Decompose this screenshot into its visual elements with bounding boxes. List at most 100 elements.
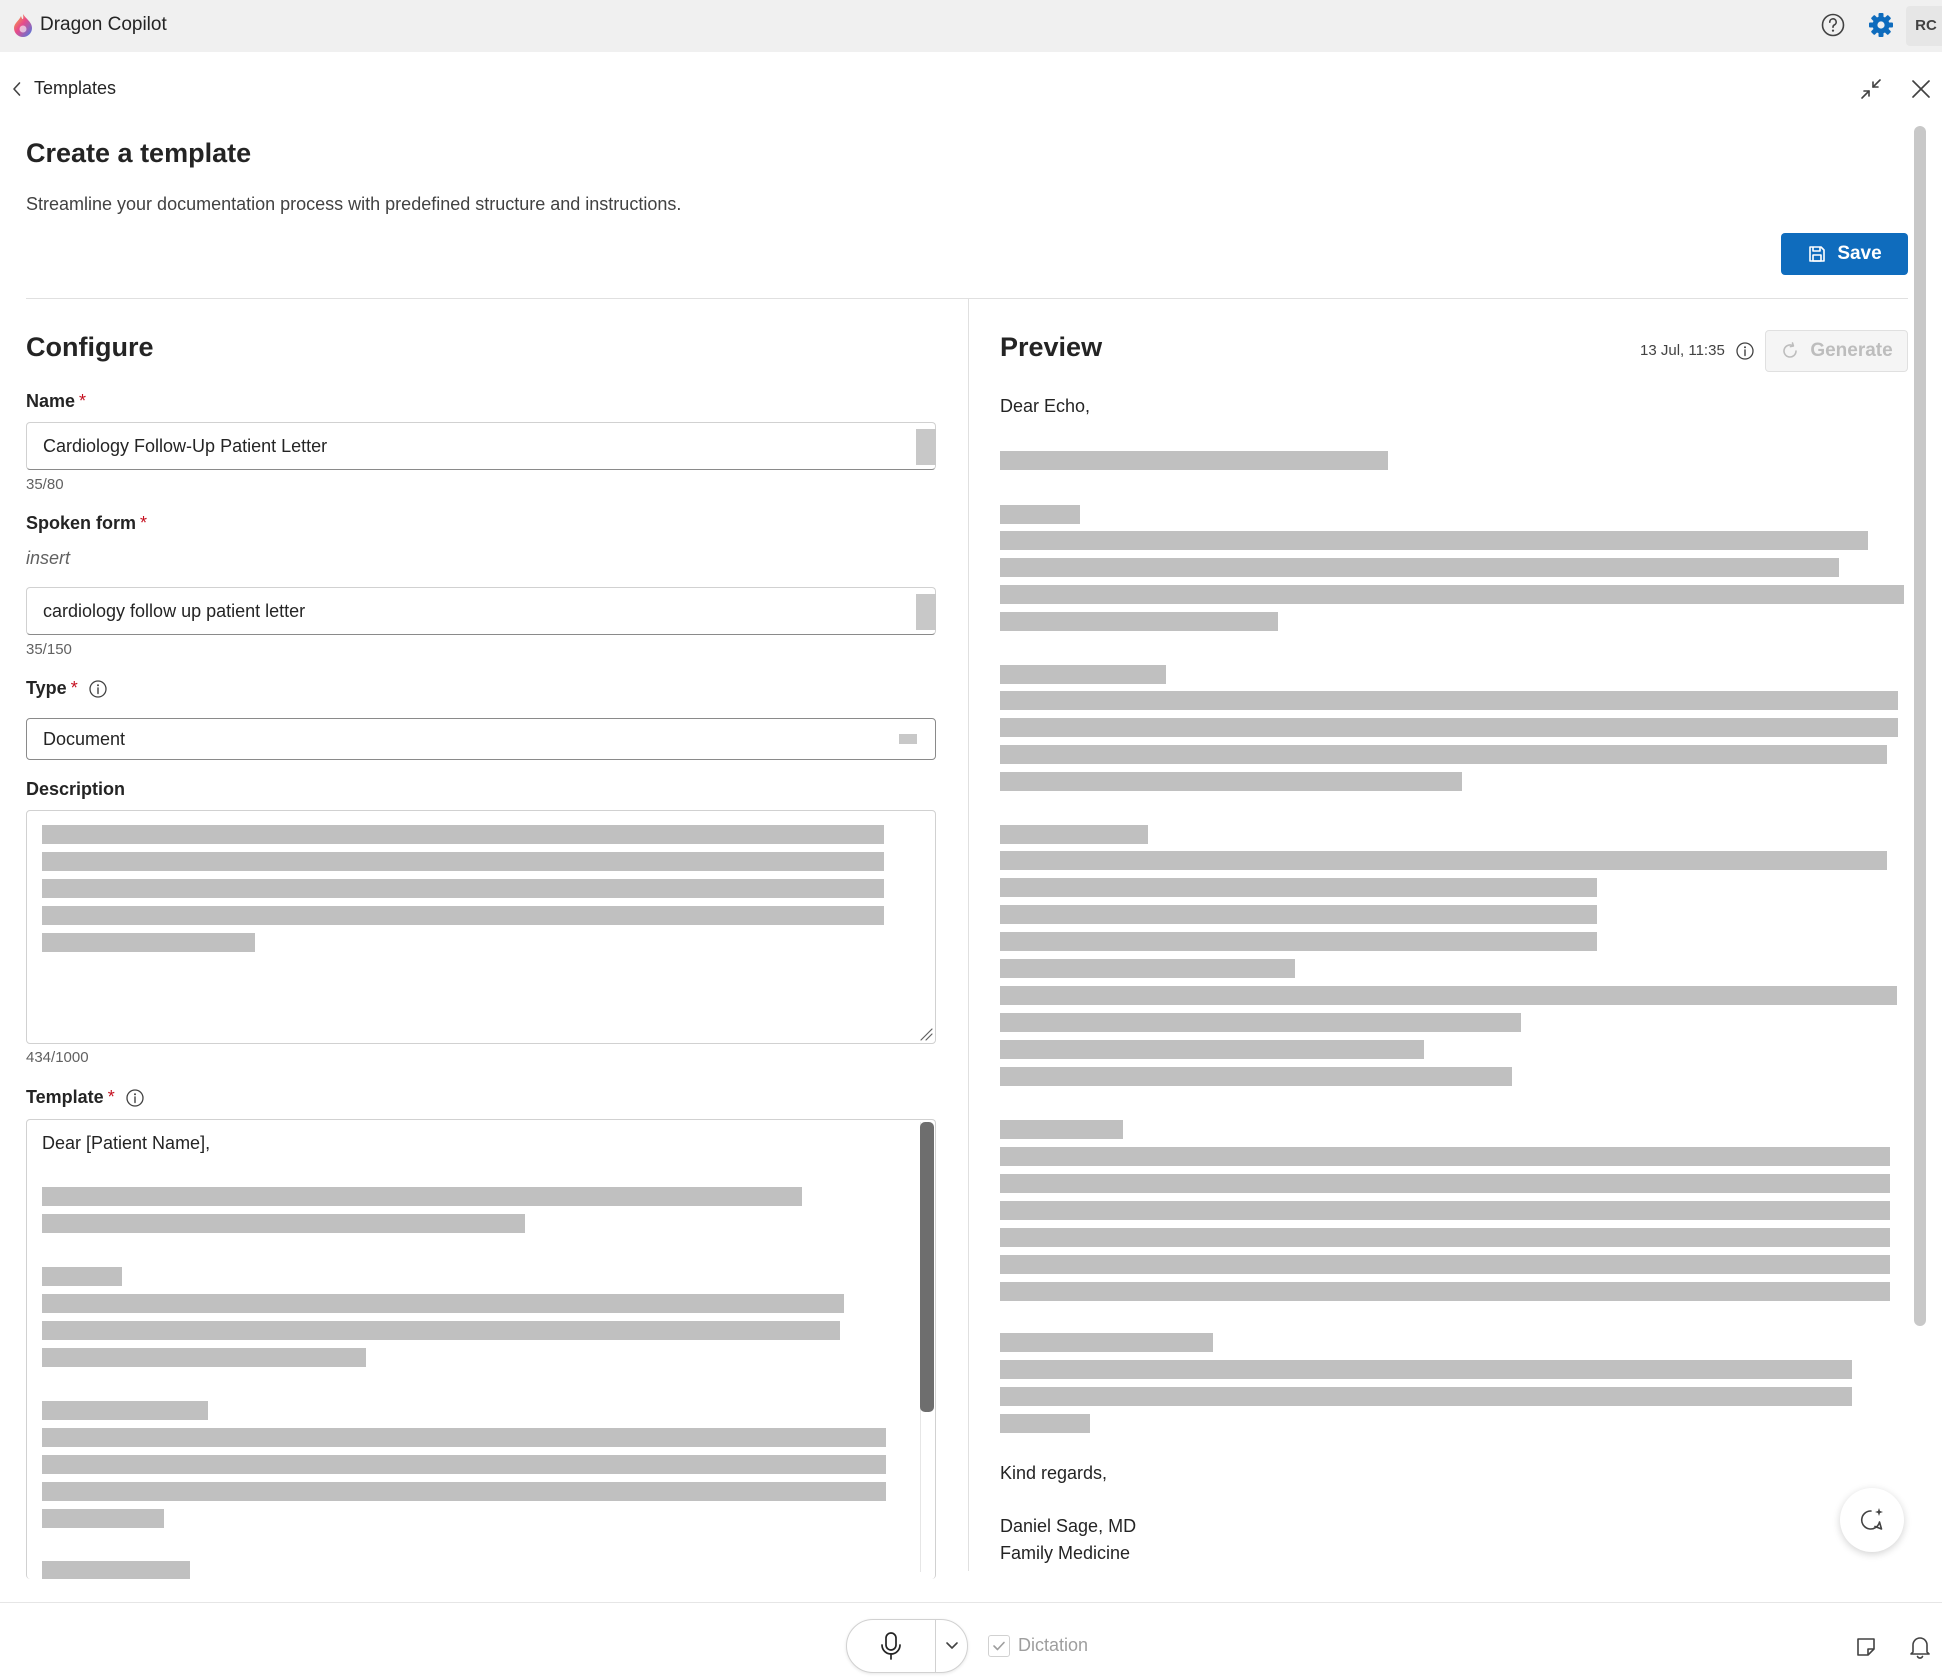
preview-signature-name: Daniel Sage, MD <box>1000 1516 1137 1536</box>
redacted-text-line <box>1000 851 1887 870</box>
name-counter: 35/80 <box>26 476 64 493</box>
collapse-icon[interactable] <box>1858 76 1884 102</box>
configure-title: Configure <box>26 332 154 362</box>
redacted-text-line <box>1000 1387 1852 1406</box>
preview-greeting: Dear Echo, <box>1000 396 1091 416</box>
refresh-icon <box>1783 342 1798 358</box>
spoken-form-prefix-hint: insert <box>26 548 71 568</box>
redacted-text-line <box>1000 959 1295 978</box>
microphone-button[interactable] <box>847 1620 935 1672</box>
chat-sparkle-icon <box>1860 1508 1883 1530</box>
name-label-text: Name <box>26 391 76 411</box>
back-chevron-icon[interactable] <box>10 80 24 98</box>
resize-handle-icon[interactable] <box>919 1027 933 1041</box>
redacted-text-line <box>1000 932 1597 951</box>
microphone-options-button[interactable] <box>937 1620 967 1672</box>
redacted-text-line <box>1000 1040 1424 1059</box>
required-marker: * <box>79 391 87 411</box>
generate-button-label: Generate <box>1810 340 1893 361</box>
app-title: Dragon Copilot <box>40 14 167 35</box>
header-divider <box>26 298 1908 299</box>
chevron-down-icon <box>899 734 917 744</box>
user-avatar[interactable]: RC <box>1906 6 1942 46</box>
redacted-text-line <box>1000 825 1148 844</box>
bottom-toolbar: Dictation <box>0 1602 1942 1678</box>
redacted-text-line <box>1000 531 1868 550</box>
template-first-line: Dear [Patient Name], <box>42 1133 211 1153</box>
template-scrollbar[interactable] <box>920 1122 934 1412</box>
type-select[interactable]: Document <box>26 718 936 760</box>
breadcrumb-templates-link[interactable]: Templates <box>34 78 116 99</box>
spoken-form-counter: 35/150 <box>26 641 72 658</box>
type-info-icon[interactable] <box>88 679 108 699</box>
template-info-icon[interactable] <box>125 1088 145 1108</box>
dictation-label: Dictation <box>1018 1635 1089 1655</box>
redacted-text-line <box>1000 505 1080 524</box>
name-input-scrollbar[interactable] <box>916 429 936 465</box>
redacted-text-line <box>1000 1414 1090 1433</box>
redacted-text-line <box>1000 1120 1123 1139</box>
close-icon[interactable] <box>1910 78 1932 100</box>
preview-info-icon[interactable] <box>1735 341 1755 361</box>
name-input[interactable]: Cardiology Follow-Up Patient Letter <box>26 422 936 470</box>
template-label: Template * <box>26 1087 115 1108</box>
microphone-icon <box>881 1632 901 1660</box>
dictation-checkbox[interactable] <box>988 1635 1010 1657</box>
redacted-text-line <box>1000 1174 1890 1193</box>
panel-divider <box>968 299 969 1571</box>
redacted-text-line <box>1000 718 1898 737</box>
name-label: Name * <box>26 391 86 412</box>
title-bar: Dragon Copilot RC <box>0 0 1942 52</box>
redacted-text-line <box>1000 1147 1890 1166</box>
redacted-text-line <box>42 1294 844 1313</box>
microphone-separator <box>935 1620 936 1672</box>
redacted-text-line <box>1000 905 1597 924</box>
redacted-text-line <box>1000 1282 1890 1301</box>
name-input-value: Cardiology Follow-Up Patient Letter <box>43 436 328 456</box>
template-textarea[interactable]: Dear [Patient Name], <box>26 1119 936 1579</box>
bell-icon[interactable] <box>1908 1634 1932 1660</box>
microphone-control <box>846 1619 968 1673</box>
redacted-text-line <box>1000 585 1904 604</box>
copilot-chat-button[interactable] <box>1840 1488 1904 1552</box>
help-icon[interactable] <box>1820 12 1846 38</box>
redacted-text-line <box>42 1561 190 1579</box>
page-subtitle: Streamline your documentation process wi… <box>26 194 682 214</box>
redacted-text-line <box>42 1428 886 1447</box>
save-button[interactable]: Save <box>1781 233 1908 275</box>
redacted-text-line <box>42 1455 886 1474</box>
preview-title: Preview <box>1000 332 1103 362</box>
redacted-text-line <box>42 879 884 898</box>
page-title: Create a template <box>26 138 252 168</box>
preview-closing: Kind regards, <box>1000 1463 1108 1483</box>
generate-button[interactable]: Generate <box>1765 330 1908 372</box>
redacted-text-line <box>1000 691 1898 710</box>
type-label-text: Type <box>26 678 67 698</box>
redacted-text-line <box>42 1348 366 1367</box>
redacted-text-line <box>42 1401 208 1420</box>
redacted-text-line <box>1000 772 1462 791</box>
redacted-text-line <box>1000 878 1597 897</box>
redacted-text-line <box>1000 1067 1512 1086</box>
description-textarea[interactable] <box>26 810 936 1044</box>
redacted-text-line <box>1000 1228 1890 1247</box>
dragon-copilot-logo-icon <box>14 14 32 37</box>
description-label: Description <box>26 779 126 799</box>
spoken-form-input[interactable]: cardiology follow up patient letter <box>26 587 936 635</box>
redacted-text-line <box>1000 612 1278 631</box>
redacted-text-line <box>42 825 884 844</box>
page-scrollbar[interactable] <box>1914 126 1926 1326</box>
redacted-text-line <box>1000 1255 1890 1274</box>
redacted-text-line <box>42 1214 525 1233</box>
save-disk-icon <box>1809 246 1826 262</box>
spoken-form-scrollbar[interactable] <box>916 594 936 630</box>
redacted-text-line <box>1000 1360 1852 1379</box>
settings-gear-icon[interactable] <box>1866 10 1896 40</box>
redacted-text-line <box>1000 665 1166 684</box>
redacted-text-line <box>1000 1333 1213 1352</box>
redacted-text-line <box>1000 1013 1521 1032</box>
redacted-text-line <box>42 1482 886 1501</box>
sticky-note-icon[interactable] <box>1854 1635 1878 1659</box>
required-marker: * <box>107 1087 115 1107</box>
redacted-text-line <box>42 906 884 925</box>
